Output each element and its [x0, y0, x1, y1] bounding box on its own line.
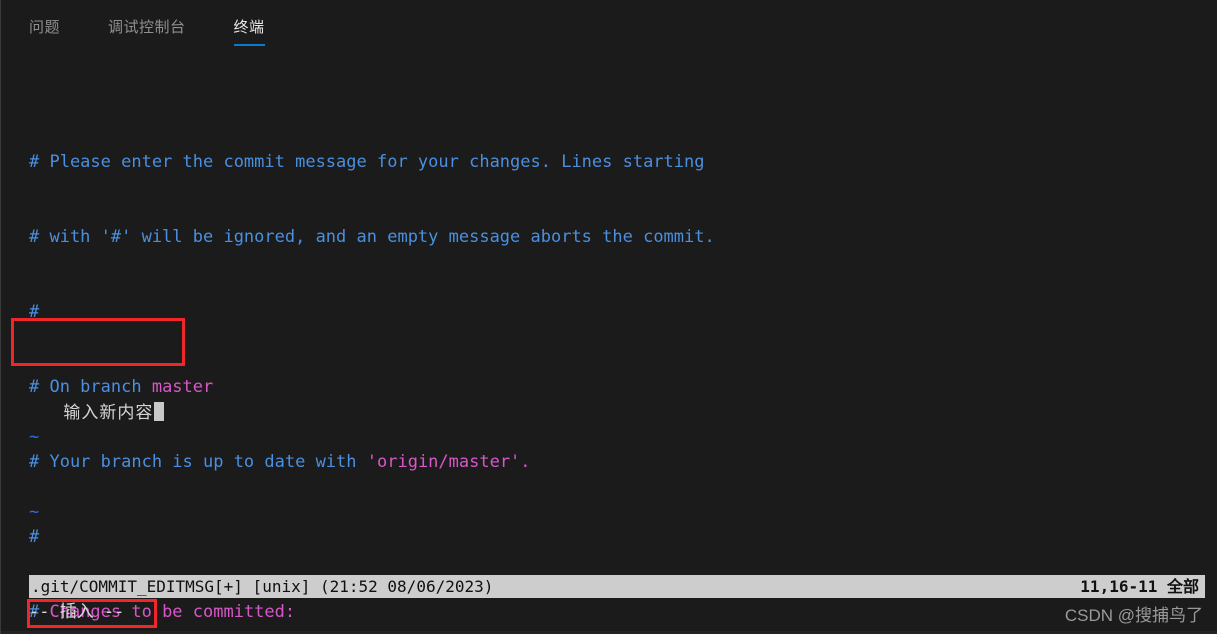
vim-status-bar: .git/COMMIT_EDITMSG[+] [unix] (21:52 08/… [29, 575, 1205, 598]
vim-status-position: 11,16-11 全部 [1080, 577, 1199, 596]
vim-line: # Changes to be committed: [29, 600, 715, 625]
vim-remote-branch-name: 'origin/master'. [366, 452, 531, 472]
tab-problems-label: 问题 [29, 19, 61, 36]
vim-line: # [29, 300, 715, 325]
vim-status-file: .git/COMMIT_EDITMSG[+] [unix] (21:52 08/… [31, 577, 494, 596]
vim-line-text: # [29, 302, 40, 322]
tab-debug-console[interactable]: 调试控制台 [108, 0, 186, 35]
terminal-view[interactable]: # Please enter the commit message for yo… [1, 52, 1217, 634]
vim-line: # with '#' will be ignored, and an empty… [29, 225, 715, 250]
tilde-marker: ~ [29, 502, 40, 522]
tab-debug-console-label: 调试控制台 [108, 19, 186, 36]
vim-line: # [29, 525, 715, 550]
tab-active-indicator [233, 44, 265, 46]
vim-line: # Please enter the commit message for yo… [29, 150, 715, 175]
tab-terminal-label: 终端 [233, 19, 265, 36]
tab-terminal[interactable]: 终端 [233, 0, 265, 46]
vim-line-text: # with '#' will be ignored, and an empty… [29, 227, 715, 247]
panel-tab-bar: 问题 调试控制台 终端 [1, 0, 1217, 52]
text-cursor [154, 402, 165, 421]
vim-line-text: # Please enter the commit message for yo… [29, 152, 705, 172]
vim-buffer-comment-lines: # Please enter the commit message for yo… [29, 100, 715, 634]
watermark-text: CSDN @搜捕鸟了 [1064, 606, 1203, 625]
vim-mode-indicator: -- 插入 -- [29, 602, 125, 622]
tab-problems[interactable]: 问题 [29, 0, 60, 35]
vim-line: # Your branch is up to date with 'origin… [29, 450, 715, 475]
tilde-marker: ~ [29, 427, 40, 447]
vscode-panel: 问题 调试控制台 终端 # Please enter the commit me… [0, 0, 1217, 634]
